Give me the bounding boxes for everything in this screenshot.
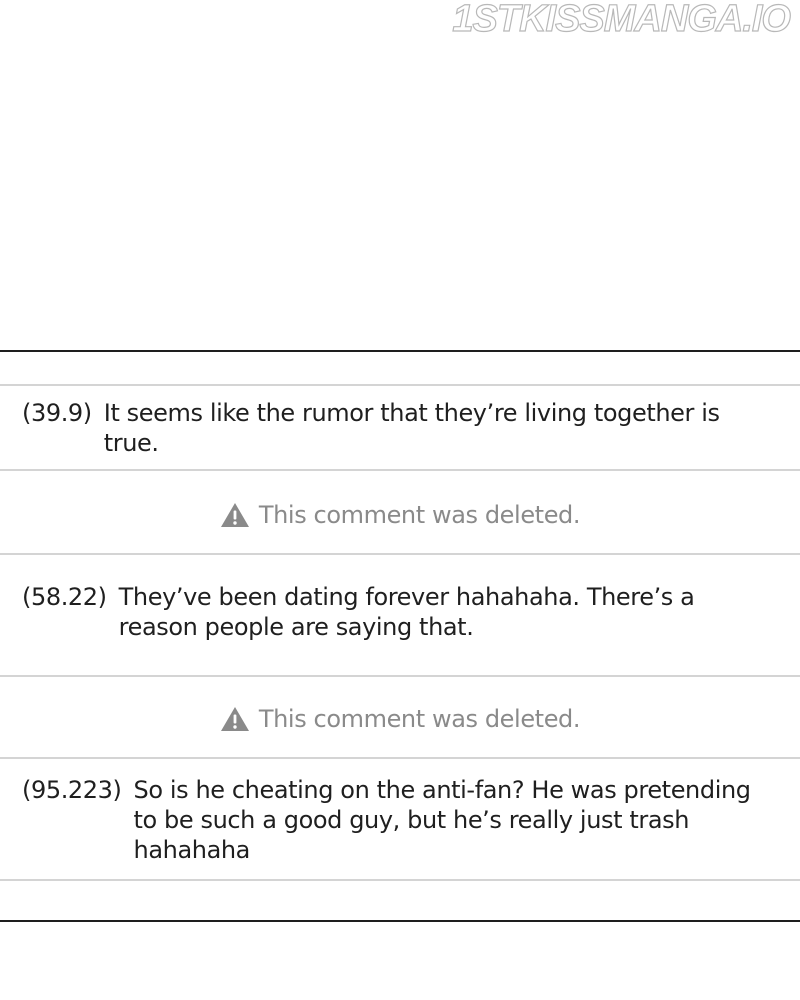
comment-divider <box>0 675 800 677</box>
comment-timestamp: (95.223) <box>22 776 122 804</box>
section-top-divider <box>0 350 800 352</box>
comment-divider <box>0 469 800 471</box>
warning-triangle-icon <box>220 503 249 527</box>
site-watermark: 1STKISSMANGA.IO <box>452 0 792 40</box>
comment-divider <box>0 384 800 386</box>
comment-text: So is he cheating on the anti-fan? He wa… <box>133 776 752 864</box>
comment-item: (39.9) It seems like the rumor that they… <box>22 398 770 458</box>
comment-timestamp: (39.9) <box>22 399 92 427</box>
section-bottom-divider <box>0 920 800 922</box>
deleted-comment: This comment was deleted. <box>0 498 800 532</box>
comment-item: (95.223) So is he cheating on the anti-f… <box>22 775 770 865</box>
warning-triangle-icon <box>220 707 249 731</box>
comment-divider <box>0 757 800 759</box>
comment-text: It seems like the rumor that they’re liv… <box>103 399 720 457</box>
comment-divider <box>0 553 800 555</box>
comment-item: (58.22) They’ve been dating forever haha… <box>22 582 770 642</box>
deleted-comment: This comment was deleted. <box>0 702 800 736</box>
comment-text: They’ve been dating forever hahahaha. Th… <box>118 583 695 641</box>
deleted-comment-text: This comment was deleted. <box>258 705 581 733</box>
comment-divider <box>0 879 800 881</box>
deleted-comment-text: This comment was deleted. <box>258 501 581 529</box>
comment-timestamp: (58.22) <box>22 583 107 611</box>
